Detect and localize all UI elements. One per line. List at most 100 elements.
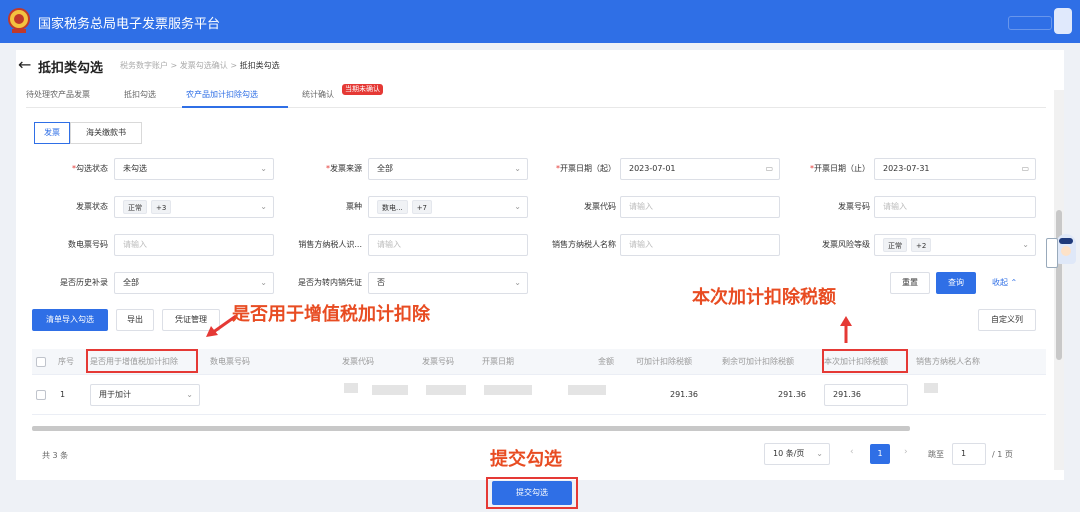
seller-taxid-input[interactable]: 请输入 bbox=[368, 234, 528, 256]
seller-name-input[interactable]: 请输入 bbox=[620, 234, 780, 256]
chevron-down-icon: ⌄ bbox=[260, 278, 267, 287]
chevron-down-icon: ⌄ bbox=[260, 164, 267, 173]
tab-farm-extra-deduction[interactable]: 农产品加计扣除勾选 bbox=[186, 89, 258, 100]
reset-button[interactable]: 重置 bbox=[890, 272, 930, 294]
row-checkbox[interactable] bbox=[36, 390, 46, 400]
invoice-kind-label: 票种 bbox=[346, 202, 362, 211]
back-arrow-icon[interactable]: ← bbox=[18, 55, 31, 74]
history-backfill-select[interactable]: 全部 ⌄ bbox=[114, 272, 274, 294]
calendar-icon: ▭ bbox=[1021, 164, 1029, 173]
app-title: 国家税务总局电子发票服务平台 bbox=[38, 17, 221, 32]
invoice-source-select[interactable]: 全部 ⌄ bbox=[368, 158, 528, 180]
issue-date-start-input[interactable]: 2023-07-01 ▭ bbox=[620, 158, 780, 180]
domestic-sale-label: 是否为转内销凭证 bbox=[298, 278, 362, 287]
chevron-down-icon: ⌄ bbox=[186, 390, 193, 399]
col-deductible-tax: 可加计扣除税额 bbox=[636, 357, 692, 366]
jump-page-input[interactable]: 1 bbox=[952, 443, 986, 465]
seller-taxid-label: 销售方纳税人识... bbox=[298, 240, 362, 249]
select-all-checkbox[interactable] bbox=[36, 357, 46, 367]
breadcrumb-item[interactable]: 发票勾选确认 bbox=[180, 61, 228, 70]
breadcrumb-current: 抵扣类勾选 bbox=[239, 61, 280, 70]
chevron-down-icon: ⌄ bbox=[514, 202, 521, 211]
annotation-box-submit bbox=[486, 477, 578, 509]
breadcrumb-item[interactable]: 税务数字账户 bbox=[120, 61, 168, 70]
col-invoice-code: 发票代码 bbox=[342, 357, 374, 366]
col-index: 序号 bbox=[58, 357, 74, 366]
user-menu[interactable] bbox=[1008, 16, 1052, 30]
tab-pending-farm-invoices[interactable]: 待处理农产品发票 bbox=[26, 89, 90, 100]
col-amount: 金额 bbox=[598, 357, 614, 366]
assistant-mascot[interactable] bbox=[1046, 232, 1076, 272]
col-e-invoice-number: 数电票号码 bbox=[210, 357, 250, 366]
tab-deduction-select[interactable]: 抵扣勾选 bbox=[124, 89, 156, 100]
vertical-scrollbar[interactable] bbox=[1054, 90, 1064, 470]
calendar-icon: ▭ bbox=[765, 164, 773, 173]
custom-columns-button[interactable]: 自定义列 bbox=[978, 309, 1036, 331]
horizontal-scrollbar[interactable] bbox=[32, 426, 910, 431]
redacted-number bbox=[426, 385, 466, 395]
risk-level-select[interactable]: 正常 +2 ⌄ bbox=[874, 234, 1036, 256]
top-bar: 国家税务总局电子发票服务平台 bbox=[0, 0, 1080, 43]
next-page-icon[interactable]: › bbox=[904, 447, 908, 457]
export-button[interactable]: 导出 bbox=[116, 309, 154, 331]
page-title: 抵扣类勾选 bbox=[38, 61, 104, 76]
domestic-sale-select[interactable]: 否 ⌄ bbox=[368, 272, 528, 294]
table-row: 1 用于加计 ⌄ 291.36 291.36 291.36 bbox=[32, 375, 1046, 415]
vat-use-select[interactable]: 用于加计 ⌄ bbox=[90, 384, 200, 406]
risk-level-label: 发票风险等级 bbox=[822, 240, 870, 249]
invoice-code-label: 发票代码 bbox=[584, 202, 616, 211]
invoice-status-select[interactable]: 正常 +3 ⌄ bbox=[114, 196, 274, 218]
col-issue-date: 开票日期 bbox=[482, 357, 514, 366]
page-1-button[interactable]: 1 bbox=[870, 444, 890, 464]
e-invoice-number-label: 数电票号码 bbox=[68, 240, 108, 249]
chevron-down-icon: ⌄ bbox=[1022, 240, 1029, 249]
e-invoice-number-input[interactable]: 请输入 bbox=[114, 234, 274, 256]
collapse-link[interactable]: 收起 ⌃ bbox=[992, 277, 1017, 288]
redacted-code bbox=[344, 383, 358, 393]
redacted-amount bbox=[568, 385, 606, 395]
subtab-invoice[interactable]: 发票 bbox=[34, 122, 70, 144]
tab-stat-confirm[interactable]: 统计确认 bbox=[302, 89, 334, 100]
user-area[interactable] bbox=[1008, 8, 1072, 36]
prev-page-icon[interactable]: ‹ bbox=[850, 447, 854, 457]
invoice-number-label: 发票号码 bbox=[838, 202, 870, 211]
breadcrumb: 税务数字账户 > 发票勾选确认 > 抵扣类勾选 bbox=[120, 61, 280, 70]
remaining-deductible-value: 291.36 bbox=[778, 390, 806, 399]
total-pages: / 1 页 bbox=[992, 450, 1013, 459]
main-card: ← 抵扣类勾选 税务数字账户 > 发票勾选确认 > 抵扣类勾选 待处理农产品发票… bbox=[16, 50, 1064, 509]
issue-date-start-label: *开票日期（起） bbox=[556, 164, 616, 173]
invoice-source-label: *发票来源 bbox=[326, 164, 362, 173]
chevron-down-icon: ⌄ bbox=[816, 449, 823, 458]
page-size-select[interactable]: 10 条/页 ⌄ bbox=[764, 443, 830, 465]
invoice-code-input[interactable]: 请输入 bbox=[620, 196, 780, 218]
annotation-vat-label: 是否用于增值税加计扣除 bbox=[232, 304, 430, 325]
active-tab-indicator bbox=[182, 106, 288, 108]
annotation-box-current-column bbox=[822, 349, 908, 373]
col-invoice-number: 发票号码 bbox=[422, 357, 454, 366]
invoice-status-label: 发票状态 bbox=[76, 202, 108, 211]
col-remaining-deductible: 剩余可加计扣除税额 bbox=[722, 357, 794, 366]
seller-name-label: 销售方纳税人名称 bbox=[552, 240, 616, 249]
annotation-arrow-icon bbox=[840, 316, 852, 343]
annotation-amount-label: 本次加计扣除税额 bbox=[692, 287, 836, 308]
chevron-down-icon: ⌄ bbox=[260, 202, 267, 211]
redacted-code bbox=[372, 385, 408, 395]
invoice-number-input[interactable]: 请输入 bbox=[874, 196, 1036, 218]
col-seller-name: 销售方纳税人名称 bbox=[916, 357, 980, 366]
status-badge: 当期未确认 bbox=[342, 84, 383, 95]
check-status-label: *勾选状态 bbox=[72, 164, 108, 173]
annotation-box-vat-column bbox=[86, 349, 198, 373]
check-status-select[interactable]: 未勾选 ⌄ bbox=[114, 158, 274, 180]
issue-date-end-input[interactable]: 2023-07-31 ▭ bbox=[874, 158, 1036, 180]
tax-emblem-icon bbox=[8, 8, 30, 33]
chevron-up-icon: ⌃ bbox=[1010, 278, 1018, 287]
tab-bar: 待处理农产品发票 抵扣勾选 农产品加计扣除勾选 统计确认 当期未确认 bbox=[26, 84, 1046, 108]
jump-label: 跳至 bbox=[928, 450, 944, 459]
annotation-submit-label: 提交勾选 bbox=[490, 449, 562, 470]
invoice-kind-select[interactable]: 数电... +7 ⌄ bbox=[368, 196, 528, 218]
import-list-button[interactable]: 清单导入勾选 bbox=[32, 309, 108, 331]
subtab-customs-payment[interactable]: 海关缴款书 bbox=[70, 122, 142, 144]
assistant-icon[interactable] bbox=[1054, 8, 1072, 34]
current-deduction-input[interactable]: 291.36 bbox=[824, 384, 908, 406]
query-button[interactable]: 查询 bbox=[936, 272, 976, 294]
